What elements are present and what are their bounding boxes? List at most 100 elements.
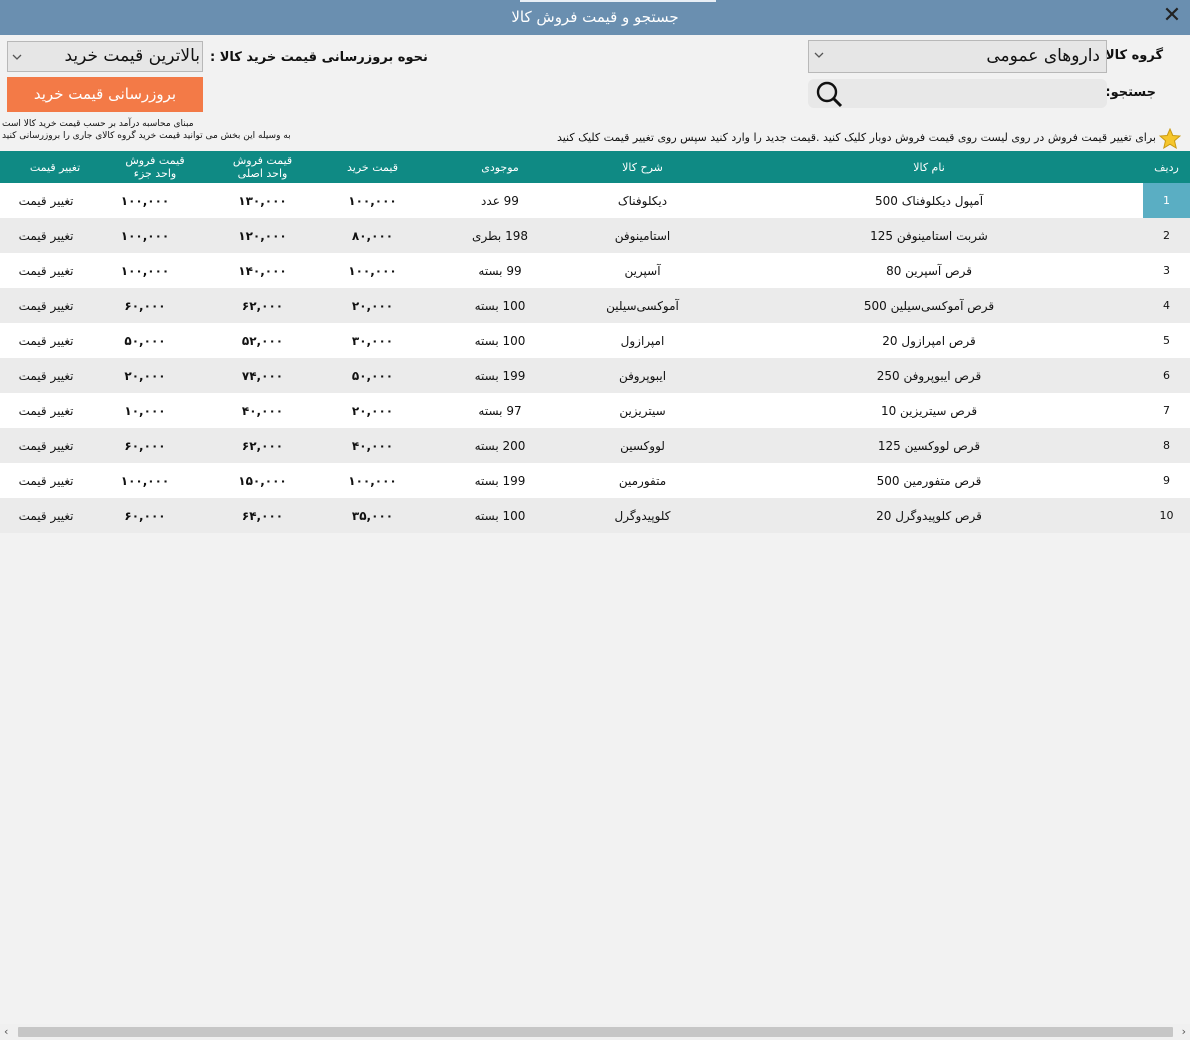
cell-sell-part[interactable]: ۶۰,۰۰۰ bbox=[90, 288, 200, 323]
header-description[interactable]: شرح کالا bbox=[570, 151, 715, 183]
header-sell-main[interactable]: قیمت فروش واحد اصلی bbox=[205, 151, 320, 183]
cell-description: ایبوپروفن bbox=[618, 368, 667, 383]
change-price-button[interactable]: تغییر قیمت bbox=[0, 288, 92, 323]
scrollbar-thumb[interactable] bbox=[18, 1027, 1173, 1037]
cell-sell-main[interactable]: ۱۴۰,۰۰۰ bbox=[205, 253, 320, 288]
note-line-2: به وسیله این بخش می توانید قیمت خرید گرو… bbox=[2, 131, 291, 141]
table-row[interactable]: 9 قرص متفورمین 500 متفورمین 199 بسته ۱۰۰,۰۰۰… bbox=[0, 463, 1190, 498]
cell-name: قرص امپرازول 20 bbox=[882, 333, 976, 348]
horizontal-scrollbar[interactable]: ‹ › bbox=[0, 1024, 1190, 1040]
cell-row-number[interactable]: 1 bbox=[1143, 183, 1190, 218]
header-sell-part[interactable]: قیمت فروش واحد جزء bbox=[100, 151, 210, 183]
cell-stock: 97 بسته bbox=[478, 403, 522, 418]
header-row-number[interactable]: ردیف bbox=[1143, 151, 1190, 183]
title-accent bbox=[520, 0, 716, 2]
cell-sell-main[interactable]: ۶۲,۰۰۰ bbox=[205, 428, 320, 463]
cell-row-number[interactable]: 3 bbox=[1143, 253, 1190, 288]
cell-row-number[interactable]: 4 bbox=[1143, 288, 1190, 323]
change-price-button[interactable]: تغییر قیمت bbox=[0, 393, 92, 428]
search-icon[interactable] bbox=[812, 80, 846, 108]
update-mode-select[interactable]: بالاترین قیمت خرید bbox=[7, 41, 203, 72]
cell-sell-main[interactable]: ۱۲۰,۰۰۰ bbox=[205, 218, 320, 253]
cell-sell-main[interactable]: ۱۵۰,۰۰۰ bbox=[205, 463, 320, 498]
table-row[interactable]: 3 قرص آسپرین 80 آسپرین 99 بسته ۱۰۰,۰۰۰ ۱۴۰,۰۰… bbox=[0, 253, 1190, 288]
table-row[interactable]: 10 قرص کلوپیدوگرل 20 کلوپیدوگرل 100 بسته ۳۵,… bbox=[0, 498, 1190, 533]
change-price-button[interactable]: تغییر قیمت bbox=[0, 428, 92, 463]
header-sell-main-line1: قیمت فروش bbox=[232, 154, 293, 167]
change-price-button[interactable]: تغییر قیمت bbox=[0, 183, 92, 218]
scroll-left-icon[interactable]: ‹ bbox=[4, 1025, 8, 1038]
cell-row-number[interactable]: 7 bbox=[1143, 393, 1190, 428]
header-buy-price[interactable]: قیمت خرید bbox=[315, 151, 430, 183]
cell-buy-price: ۱۰۰,۰۰۰ bbox=[348, 263, 397, 278]
change-price-button[interactable]: تغییر قیمت bbox=[0, 463, 92, 498]
group-select[interactable]: داروهای عمومی bbox=[808, 40, 1107, 73]
cell-stock: 100 بسته bbox=[474, 333, 526, 348]
header-change-price[interactable]: تغییر قیمت bbox=[0, 151, 110, 183]
cell-sell-part[interactable]: ۱۰۰,۰۰۰ bbox=[90, 218, 200, 253]
table-row[interactable]: 6 قرص ایبوپروفن 250 ایبوپروفن 199 بسته ۵۰,۰۰… bbox=[0, 358, 1190, 393]
search-label: جستجو: bbox=[1105, 85, 1156, 100]
cell-sell-main[interactable]: ۱۳۰,۰۰۰ bbox=[205, 183, 320, 218]
cell-row-number[interactable]: 5 bbox=[1143, 323, 1190, 358]
header-sell-main-line2: واحد اصلی bbox=[237, 167, 288, 180]
cell-name: قرص لووکسین 125 bbox=[877, 438, 981, 453]
update-purchase-price-button[interactable]: بروزرسانی قیمت خرید bbox=[7, 77, 203, 112]
cell-sell-main[interactable]: ۶۴,۰۰۰ bbox=[205, 498, 320, 533]
change-price-button[interactable]: تغییر قیمت bbox=[0, 218, 92, 253]
change-price-button[interactable]: تغییر قیمت bbox=[0, 498, 92, 533]
cell-row-number[interactable]: 2 bbox=[1143, 218, 1190, 253]
cell-row-number[interactable]: 6 bbox=[1143, 358, 1190, 393]
change-price-button[interactable]: تغییر قیمت bbox=[0, 358, 92, 393]
search-input[interactable] bbox=[808, 79, 1107, 108]
cell-sell-part[interactable]: ۱۰۰,۰۰۰ bbox=[90, 183, 200, 218]
update-mode-label: نحوه بروزرسانی قیمت خرید کالا : bbox=[210, 50, 428, 65]
cell-name: قرص کلوپیدوگرل 20 bbox=[876, 508, 982, 523]
table-body: 1 آمپول دیکلوفناک 500 دیکلوفناک 99 عدد ۱۰۰,۰… bbox=[0, 183, 1190, 533]
cell-sell-part[interactable]: ۱۰۰,۰۰۰ bbox=[90, 253, 200, 288]
cell-sell-part[interactable]: ۵۰,۰۰۰ bbox=[90, 323, 200, 358]
cell-buy-price: ۵۰,۰۰۰ bbox=[351, 368, 394, 383]
cell-sell-main[interactable]: ۷۴,۰۰۰ bbox=[205, 358, 320, 393]
change-price-button[interactable]: تغییر قیمت bbox=[0, 323, 92, 358]
star-icon bbox=[1159, 128, 1181, 149]
note-line-1: مبنای محاسبه درآمد بر حسب قیمت خرید کالا… bbox=[2, 119, 194, 129]
cell-sell-part[interactable]: ۱۰۰,۰۰۰ bbox=[90, 463, 200, 498]
table-row[interactable]: 1 آمپول دیکلوفناک 500 دیکلوفناک 99 عدد ۱۰۰,۰… bbox=[0, 183, 1190, 218]
cell-buy-price: ۱۰۰,۰۰۰ bbox=[348, 473, 397, 488]
cell-sell-main[interactable]: ۵۲,۰۰۰ bbox=[205, 323, 320, 358]
table-row[interactable]: 2 شربت استامینوفن 125 استامینوفن 198 بطری ۸۰… bbox=[0, 218, 1190, 253]
group-label: گروه کالا: bbox=[1099, 48, 1163, 63]
cell-stock: 99 بسته bbox=[478, 263, 522, 278]
close-icon[interactable]: ✕ bbox=[1160, 4, 1184, 28]
cell-sell-part[interactable]: ۶۰,۰۰۰ bbox=[90, 428, 200, 463]
cell-row-number[interactable]: 9 bbox=[1143, 463, 1190, 498]
cell-description: کلوپیدوگرل bbox=[614, 508, 671, 523]
cell-buy-price: ۱۰۰,۰۰۰ bbox=[348, 193, 397, 208]
table-row[interactable]: 8 قرص لووکسین 125 لووکسین 200 بسته ۴۰,۰۰۰ ۶۲,… bbox=[0, 428, 1190, 463]
price-table: ردیف نام کالا شرح کالا موجودی قیمت خرید … bbox=[0, 151, 1190, 533]
table-row[interactable]: 7 قرص سیتریزین 10 سیتریزین 97 بسته ۲۰,۰۰۰ ۴۰,… bbox=[0, 393, 1190, 428]
cell-buy-price: ۲۰,۰۰۰ bbox=[351, 298, 394, 313]
cell-sell-part[interactable]: ۶۰,۰۰۰ bbox=[90, 498, 200, 533]
cell-buy-price: ۳۰,۰۰۰ bbox=[351, 333, 394, 348]
cell-description: سیتریزین bbox=[619, 403, 666, 418]
change-price-button[interactable]: تغییر قیمت bbox=[0, 253, 92, 288]
cell-sell-part[interactable]: ۲۰,۰۰۰ bbox=[90, 358, 200, 393]
cell-sell-main[interactable]: ۴۰,۰۰۰ bbox=[205, 393, 320, 428]
window-title: جستجو و قیمت فروش کالا bbox=[511, 8, 679, 26]
cell-name: شربت استامینوفن 125 bbox=[870, 228, 988, 243]
scroll-right-icon[interactable]: › bbox=[1182, 1025, 1186, 1038]
cell-buy-price: ۲۰,۰۰۰ bbox=[351, 403, 394, 418]
header-name[interactable]: نام کالا bbox=[715, 151, 1143, 183]
table-row[interactable]: 5 قرص امپرازول 20 امپرازول 100 بسته ۳۰,۰۰۰ ۵۲… bbox=[0, 323, 1190, 358]
header-stock[interactable]: موجودی bbox=[430, 151, 570, 183]
cell-sell-part[interactable]: ۱۰,۰۰۰ bbox=[90, 393, 200, 428]
cell-name: قرص سیتریزین 10 bbox=[880, 403, 978, 418]
update-mode-value: بالاترین قیمت خرید bbox=[64, 46, 200, 66]
cell-row-number[interactable]: 8 bbox=[1143, 428, 1190, 463]
table-row[interactable]: 4 قرص آموکسی‌سیلین 500 آموکسی‌سیلین 100 بست… bbox=[0, 288, 1190, 323]
cell-sell-main[interactable]: ۶۲,۰۰۰ bbox=[205, 288, 320, 323]
cell-row-number[interactable]: 10 bbox=[1143, 498, 1190, 533]
cell-description: استامینوفن bbox=[614, 228, 671, 243]
